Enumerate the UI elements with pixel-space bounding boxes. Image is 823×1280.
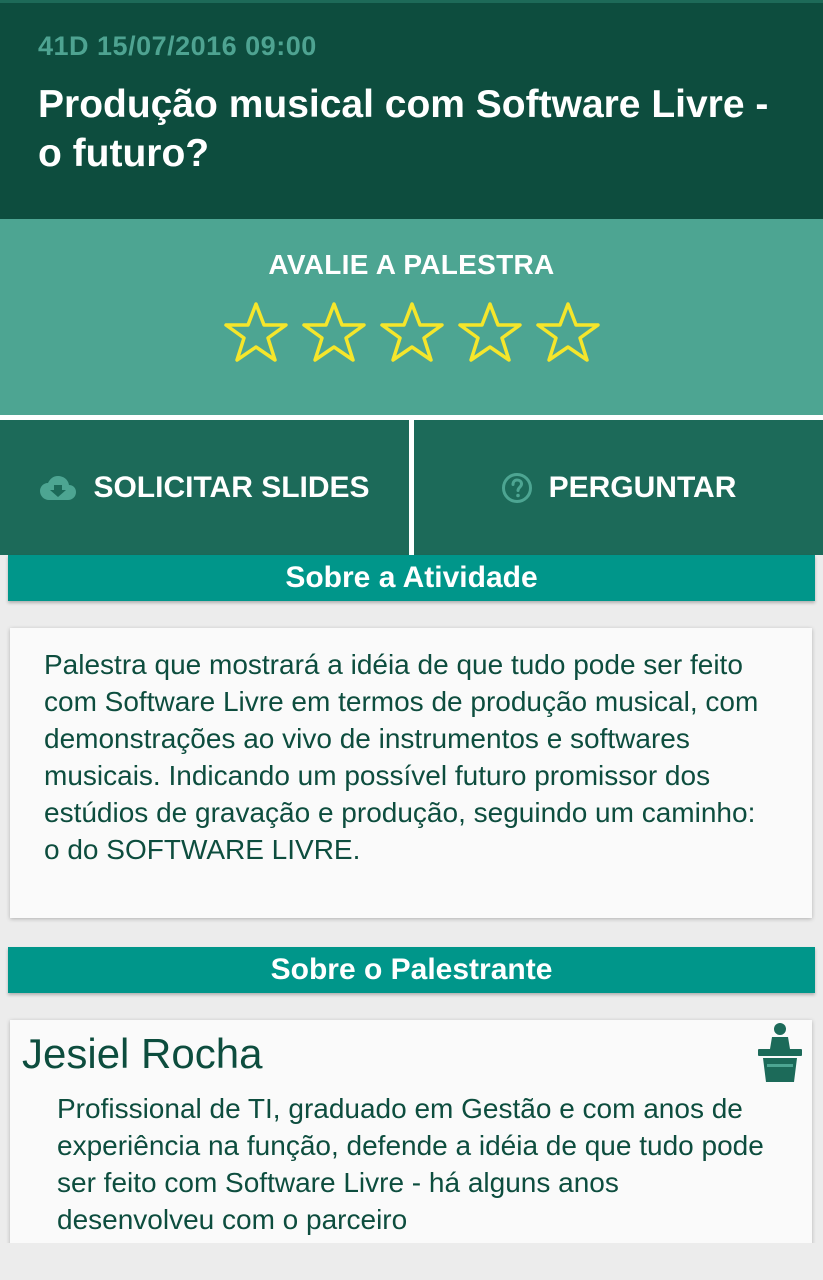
- bottom-bar: [0, 1243, 823, 1280]
- ask-question-button[interactable]: PERGUNTAR: [414, 420, 823, 555]
- actions-bar: SOLICITAR SLIDES PERGUNTAR: [0, 420, 823, 555]
- activity-section-header: Sobre a Atividade: [8, 555, 815, 601]
- rating-panel: AVALIE A PALESTRA: [0, 219, 823, 415]
- speaker-name: Jesiel Rocha: [22, 1030, 263, 1077]
- rating-star-1[interactable]: [221, 301, 291, 363]
- rating-label: AVALIE A PALESTRA: [268, 249, 555, 280]
- rating-star-3[interactable]: [377, 301, 447, 363]
- talk-room-datetime: 41D 15/07/2016 09:00: [38, 31, 317, 61]
- request-slides-button[interactable]: SOLICITAR SLIDES: [0, 420, 409, 555]
- activity-card: Palestra que mostrará a idéia de que tud…: [10, 628, 812, 918]
- activity-description: Palestra que mostrará a idéia de que tud…: [44, 649, 759, 865]
- rating-stars: [0, 301, 823, 363]
- help-circle-icon: [501, 472, 533, 504]
- talk-title: Produção musical com Software Livre - o …: [38, 83, 769, 175]
- talk-header: 41D 15/07/2016 09:00 Produção musical co…: [0, 0, 823, 219]
- speaker-bio: Profissional de TI, graduado em Gestão e…: [57, 1093, 764, 1235]
- speaker-card: Jesiel Rocha Profissional de TI, graduad…: [10, 1020, 812, 1260]
- request-slides-label: SOLICITAR SLIDES: [93, 470, 370, 504]
- ask-question-label: PERGUNTAR: [548, 470, 737, 504]
- podium-speaker-icon: [756, 1022, 804, 1089]
- rating-star-4[interactable]: [455, 301, 525, 363]
- cloud-download-icon: [39, 474, 77, 502]
- speaker-section-header: Sobre o Palestrante: [8, 947, 815, 993]
- rating-star-5[interactable]: [533, 301, 603, 363]
- rating-star-2[interactable]: [299, 301, 369, 363]
